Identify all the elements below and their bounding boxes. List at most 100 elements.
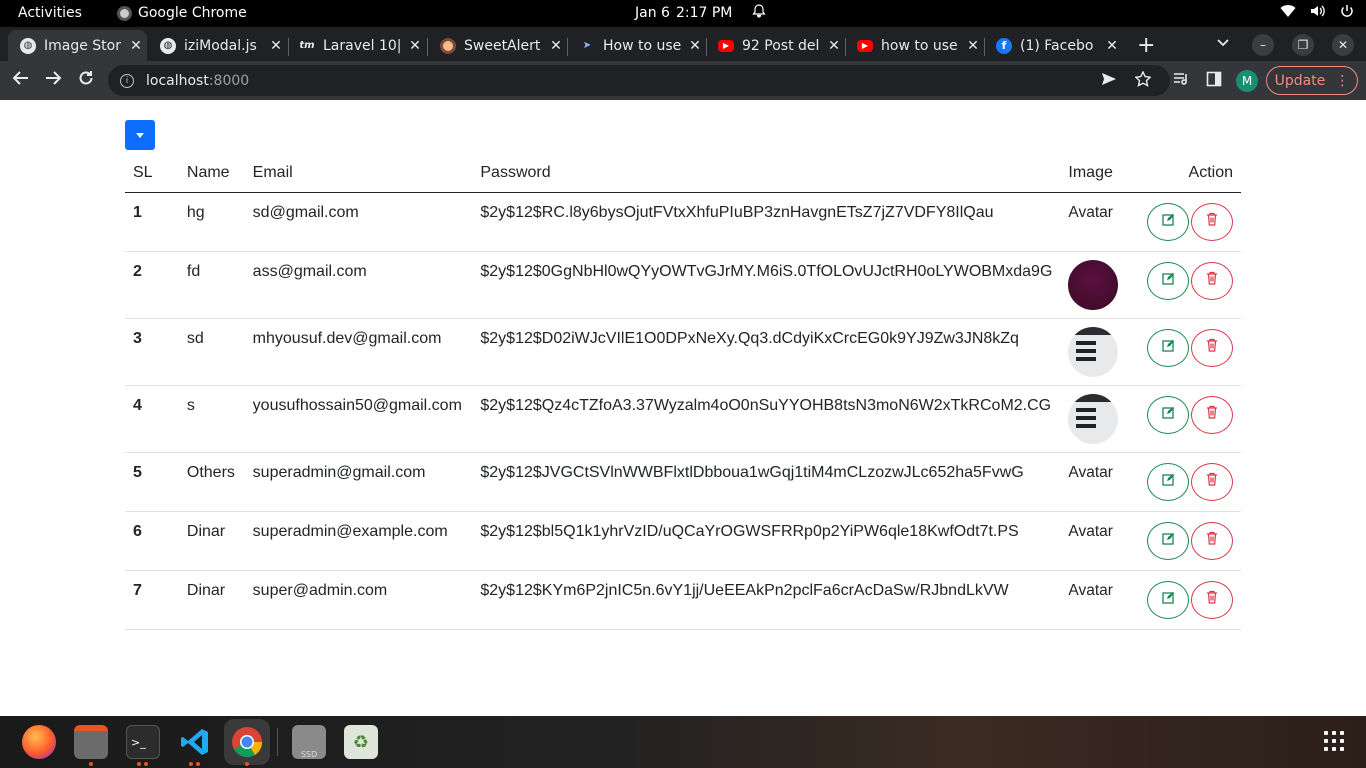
delete-button[interactable] bbox=[1191, 395, 1233, 434]
tab-youtube-how[interactable]: ▶ how to use ✕ bbox=[845, 30, 984, 61]
trash-icon bbox=[1206, 338, 1218, 357]
ssd-drive-icon[interactable]: SSD bbox=[292, 725, 326, 759]
table-row: 1 hg sd@gmail.com $2y$12$RC.l8y6bysOjutF… bbox=[125, 192, 1241, 252]
side-panel-icon[interactable] bbox=[1206, 71, 1222, 91]
header-name: Name bbox=[178, 154, 245, 193]
trash-icon bbox=[1206, 212, 1218, 231]
firefox-icon[interactable] bbox=[22, 725, 56, 759]
close-icon[interactable]: ✕ bbox=[684, 38, 706, 54]
back-arrow-icon[interactable] bbox=[12, 69, 30, 92]
edit-icon bbox=[1161, 532, 1175, 550]
edit-button[interactable] bbox=[1147, 521, 1189, 560]
bookmark-star-icon[interactable] bbox=[1134, 70, 1152, 91]
profile-avatar[interactable]: M bbox=[1236, 70, 1258, 92]
tab-laravel[interactable]: tm Laravel 10| ✕ bbox=[287, 30, 426, 61]
address-bar[interactable]: i localhost :8000 bbox=[108, 65, 1170, 96]
edit-button[interactable] bbox=[1147, 462, 1189, 501]
url-port: :8000 bbox=[208, 72, 250, 89]
delete-button[interactable] bbox=[1191, 521, 1233, 560]
reload-icon[interactable] bbox=[77, 69, 95, 92]
edit-button[interactable] bbox=[1147, 261, 1189, 300]
close-icon[interactable]: ✕ bbox=[125, 38, 147, 54]
window-close-button[interactable]: ✕ bbox=[1332, 34, 1354, 56]
clock[interactable]: Jan 6 2:17 PM bbox=[635, 4, 767, 22]
cell-sl: 4 bbox=[125, 385, 179, 453]
delete-button[interactable] bbox=[1191, 328, 1233, 367]
send-to-device-icon[interactable] bbox=[1101, 71, 1117, 91]
edit-icon bbox=[1161, 272, 1175, 290]
tab-title: (1) Facebo bbox=[1020, 37, 1094, 54]
cell-password: $2y$12$Qz4cTZfoA3.37Wyzalm4oO0nSuYYOHB8t… bbox=[472, 385, 1061, 453]
reading-list-icon[interactable] bbox=[1173, 71, 1191, 91]
restore-button[interactable]: ❐ bbox=[1292, 34, 1314, 56]
trash-recycle-icon[interactable]: ♻ bbox=[344, 725, 378, 759]
app-name: Google Chrome bbox=[138, 5, 247, 21]
close-icon[interactable]: ✕ bbox=[404, 38, 426, 54]
taskbar-dock: >_ SSD ♻ bbox=[0, 716, 1366, 768]
close-icon[interactable]: ✕ bbox=[823, 38, 845, 54]
tab-search-chevron-icon[interactable] bbox=[1216, 36, 1230, 52]
files-icon[interactable] bbox=[74, 725, 108, 759]
cell-sl: 1 bbox=[125, 192, 179, 252]
caret-down-icon bbox=[136, 132, 144, 138]
tab-izimodal[interactable]: ◍ iziModal.js ✕ bbox=[148, 30, 287, 61]
activities-button[interactable]: Activities bbox=[18, 5, 82, 21]
info-icon[interactable]: i bbox=[120, 73, 134, 88]
show-apps-grid-icon[interactable] bbox=[1324, 731, 1344, 751]
edit-icon bbox=[1161, 213, 1175, 231]
header-action: Action bbox=[1138, 154, 1241, 193]
trash-icon bbox=[1206, 271, 1218, 290]
edit-button[interactable] bbox=[1147, 328, 1189, 367]
cell-password: $2y$12$JVGCtSVlnWWBFlxtlDbboua1wGqj1tiM4… bbox=[472, 452, 1061, 512]
cell-email: superadmin@gmail.com bbox=[244, 452, 473, 512]
close-icon[interactable]: ✕ bbox=[265, 38, 287, 54]
tab-youtube-post[interactable]: ▶ 92 Post del ✕ bbox=[706, 30, 845, 61]
url-host: localhost bbox=[146, 72, 209, 89]
cell-email: yousufhossain50@gmail.com bbox=[244, 385, 473, 453]
bell-icon bbox=[752, 4, 767, 22]
delete-button[interactable] bbox=[1191, 580, 1233, 619]
header-image: Image bbox=[1060, 154, 1139, 193]
new-tab-button[interactable]: + bbox=[1137, 33, 1155, 58]
youtube-icon: ▶ bbox=[857, 39, 873, 52]
close-icon[interactable]: ✕ bbox=[545, 38, 567, 54]
avatar-image bbox=[1068, 393, 1119, 444]
minimize-button[interactable]: – bbox=[1252, 34, 1274, 56]
app-menu[interactable]: Google Chrome bbox=[117, 5, 247, 21]
close-icon[interactable]: ✕ bbox=[1101, 38, 1123, 54]
close-icon[interactable]: ✕ bbox=[962, 38, 984, 54]
vscode-icon[interactable] bbox=[178, 725, 212, 759]
tab-sweetalert[interactable]: SweetAlert ✕ bbox=[428, 30, 567, 61]
terminal-icon[interactable]: >_ bbox=[126, 725, 160, 759]
tab-how-to-use[interactable]: ➤ How to use ✕ bbox=[567, 30, 706, 61]
chrome-dock-icon[interactable] bbox=[224, 719, 270, 765]
dropdown-toggle-button[interactable] bbox=[125, 120, 155, 150]
edit-icon bbox=[1161, 406, 1175, 424]
cell-password: $2y$12$RC.l8y6bysOjutFVtxXhfuPIuBP3znHav… bbox=[472, 192, 1061, 252]
tab-title: How to use bbox=[603, 37, 682, 54]
delete-button[interactable] bbox=[1191, 261, 1233, 300]
trash-icon bbox=[1206, 405, 1218, 424]
tab-image-store[interactable]: ◍ Image Stor ✕ bbox=[8, 30, 147, 61]
cell-password: $2y$12$0GgNbHl0wQYyOWTvGJrMY.M6iS.0TfOLO… bbox=[472, 251, 1061, 319]
system-tray[interactable] bbox=[1280, 4, 1354, 22]
delete-button[interactable] bbox=[1191, 202, 1233, 241]
edit-button[interactable] bbox=[1147, 580, 1189, 619]
edit-button[interactable] bbox=[1147, 202, 1189, 241]
delete-button[interactable] bbox=[1191, 462, 1233, 501]
running-indicator bbox=[144, 762, 148, 766]
trash-icon bbox=[1206, 472, 1218, 491]
cell-actions bbox=[1138, 251, 1241, 319]
tab-title: how to use bbox=[881, 37, 958, 54]
tab-facebook[interactable]: f (1) Facebo ✕ bbox=[984, 30, 1123, 61]
cell-name: sd bbox=[178, 318, 245, 386]
forward-arrow-icon[interactable] bbox=[44, 69, 62, 92]
table-row: 4 s yousufhossain50@gmail.com $2y$12$Qz4… bbox=[125, 385, 1241, 453]
cell-email: super@admin.com bbox=[244, 570, 473, 630]
window-controls: – ❐ ✕ bbox=[1252, 34, 1354, 56]
tab-title: SweetAlert bbox=[464, 37, 541, 54]
edit-button[interactable] bbox=[1147, 395, 1189, 434]
table-row: 5 Others superadmin@gmail.com $2y$12$JVG… bbox=[125, 452, 1241, 512]
table-header-row: SL Name Email Password Image Action bbox=[125, 154, 1241, 193]
update-button[interactable]: Update ⋮ bbox=[1266, 66, 1358, 95]
